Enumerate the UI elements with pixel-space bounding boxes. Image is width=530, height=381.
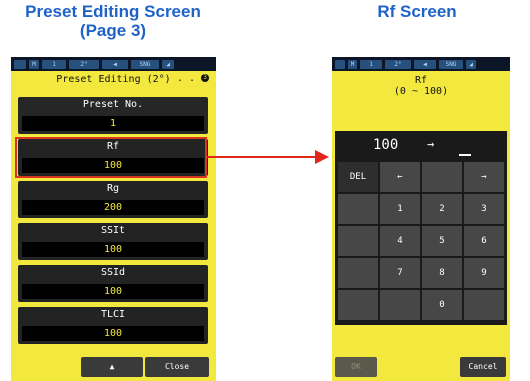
digit-1-key[interactable]: 1 xyxy=(380,194,420,224)
digit-6-key[interactable]: 6 xyxy=(464,226,504,256)
blank-key xyxy=(338,194,378,224)
status-angle: 2° xyxy=(385,59,411,69)
digit-3-key[interactable]: 3 xyxy=(464,194,504,224)
rf-range: (0 ~ 100) xyxy=(393,86,449,97)
cancel-button[interactable]: Cancel xyxy=(460,357,506,377)
key-grid: DEL ← → 1 2 3 4 5 6 7 8 9 0 xyxy=(338,162,504,320)
status-arrow: ◀ xyxy=(414,59,436,69)
page-indicator: . . 3 xyxy=(177,73,209,84)
rg-value: 200 xyxy=(22,200,204,215)
status-sng: SNG xyxy=(131,59,159,69)
blank-key xyxy=(338,258,378,288)
cursor-left-key[interactable]: ← xyxy=(380,162,420,192)
tlci-button[interactable]: TLCI 100 xyxy=(18,307,208,344)
ssit-label: SSIt xyxy=(100,225,126,236)
blank-key xyxy=(380,290,420,320)
digit-5-key[interactable]: 5 xyxy=(422,226,462,256)
tlci-value: 100 xyxy=(22,326,204,341)
cursor-right-key[interactable]: → xyxy=(464,162,504,192)
status-angle: 2° xyxy=(69,59,99,69)
preset-no-field: Preset No. 1 xyxy=(18,97,208,134)
ssid-button[interactable]: SSId 100 xyxy=(18,265,208,302)
connector-line xyxy=(207,156,317,158)
rf-title: Rf xyxy=(414,75,428,86)
page-dots: . . xyxy=(176,73,195,84)
status-arrow: ◀ xyxy=(102,59,128,69)
rg-button[interactable]: Rg 200 xyxy=(18,181,208,218)
rg-label: Rg xyxy=(106,183,120,194)
status-segment xyxy=(14,59,26,69)
status-channel: 1 xyxy=(42,59,66,69)
blank-key xyxy=(422,162,462,192)
value-display: 100 xyxy=(373,137,399,153)
del-key[interactable]: DEL xyxy=(338,162,378,192)
caption-line1: Preset Editing Screen xyxy=(25,2,201,21)
ok-label: OK xyxy=(351,362,361,371)
digit-7-key[interactable]: 7 xyxy=(380,258,420,288)
rf-highlight-frame xyxy=(15,137,207,178)
digit-8-key[interactable]: 8 xyxy=(422,258,462,288)
ssit-value: 100 xyxy=(22,242,204,257)
cancel-label: Cancel xyxy=(468,362,498,371)
ssid-value: 100 xyxy=(22,284,204,299)
status-bar: M 1 2° ◀ SNG ◢ xyxy=(11,57,216,71)
preset-editing-screen: M 1 2° ◀ SNG ◢ Preset Editing (2°) . . 3… xyxy=(11,57,216,381)
up-arrow-icon: ▲ xyxy=(109,362,115,371)
caption-rf-screen: Rf Screen xyxy=(377,2,457,21)
ssid-label: SSId xyxy=(100,267,126,278)
blank-key xyxy=(338,290,378,320)
arrow-right-icon xyxy=(315,150,329,164)
status-battery-icon: ◢ xyxy=(466,59,476,69)
preset-no-label: Preset No. xyxy=(82,99,144,110)
close-button[interactable]: Close xyxy=(145,357,209,377)
digit-0-key[interactable]: 0 xyxy=(422,290,462,320)
status-battery-icon: ◢ xyxy=(162,59,174,69)
tlci-label: TLCI xyxy=(100,309,126,320)
page-up-button[interactable]: ▲ xyxy=(81,357,143,377)
numeric-keypad: 100 → DEL ← → 1 2 3 4 5 6 7 8 9 0 xyxy=(335,131,507,325)
blank-key xyxy=(464,290,504,320)
digit-4-key[interactable]: 4 xyxy=(380,226,420,256)
preset-no-value: 1 xyxy=(22,116,204,131)
digit-2-key[interactable]: 2 xyxy=(422,194,462,224)
status-bar: M 1 2° ◀ SNG ◢ xyxy=(332,57,510,71)
status-channel: 1 xyxy=(360,59,382,69)
ok-button[interactable]: OK xyxy=(335,357,377,377)
digit-9-key[interactable]: 9 xyxy=(464,258,504,288)
status-mode: M xyxy=(29,59,39,69)
status-mode: M xyxy=(348,59,357,69)
display-arrow-icon: → xyxy=(427,137,435,151)
page-number-icon: 3 xyxy=(201,74,209,82)
caption-line2: (Page 3) xyxy=(79,21,147,40)
input-cursor xyxy=(459,154,471,156)
blank-key xyxy=(338,226,378,256)
status-sng: SNG xyxy=(439,59,463,69)
rf-input-screen: M 1 2° ◀ SNG ◢ Rf (0 ~ 100) 100 → DEL ← … xyxy=(332,57,510,381)
status-segment xyxy=(335,59,345,69)
close-label: Close xyxy=(164,362,190,371)
rf-title-block: Rf (0 ~ 100) xyxy=(332,75,510,97)
ssit-button[interactable]: SSIt 100 xyxy=(18,223,208,260)
caption-preset-editing: Preset Editing Screen (Page 3) xyxy=(0,2,226,40)
